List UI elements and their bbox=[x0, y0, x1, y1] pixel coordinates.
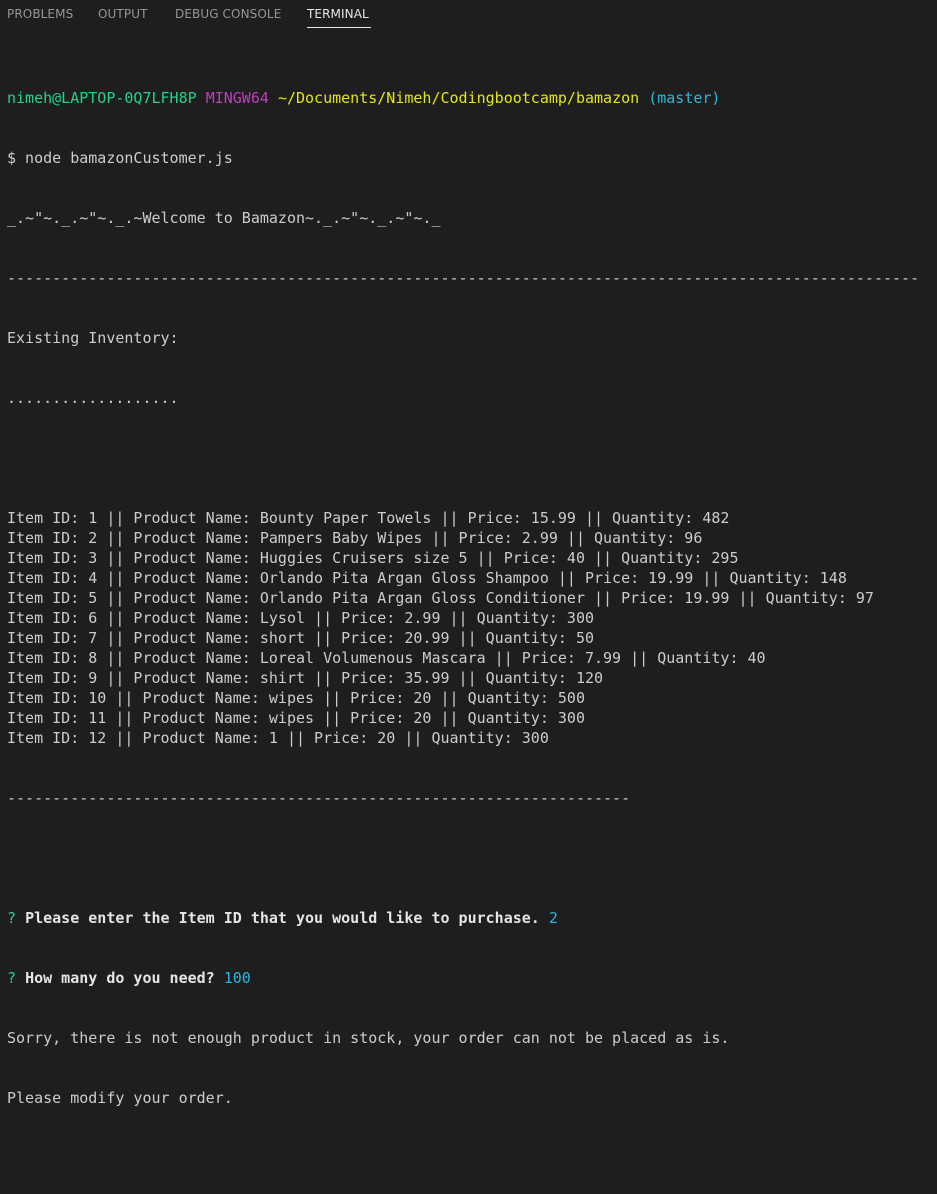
prompt-shell: MINGW64 bbox=[205, 89, 269, 107]
welcome-banner: _.~"~._.~"~._.~Welcome to Bamazon~._.~"~… bbox=[7, 209, 441, 227]
tab-debug-console[interactable]: DEBUG CONSOLE bbox=[175, 7, 281, 21]
command-line: $ node bamazonCustomer.js bbox=[7, 149, 233, 167]
question-text: Please enter the Item ID that you would … bbox=[25, 909, 540, 927]
inventory-row: Item ID: 3 || Product Name: Huggies Crui… bbox=[7, 549, 739, 567]
question-mark: ? bbox=[7, 969, 17, 987]
tab-output[interactable]: OUTPUT bbox=[98, 7, 148, 21]
divider: ----------------------------------------… bbox=[7, 789, 631, 807]
prompt-user-host: nimeh@LAPTOP-0Q7LFH8P bbox=[7, 89, 197, 107]
inventory-list: Item ID: 1 || Product Name: Bounty Paper… bbox=[7, 508, 937, 748]
inventory-row: Item ID: 4 || Product Name: Orlando Pita… bbox=[7, 569, 847, 587]
answer-quantity: 100 bbox=[223, 969, 251, 987]
answer-item-id: 2 bbox=[548, 909, 558, 927]
divider: ----------------------------------------… bbox=[7, 269, 920, 287]
tab-problems[interactable]: PROBLEMS bbox=[7, 7, 73, 21]
error-message: Sorry, there is not enough product in st… bbox=[7, 1029, 730, 1047]
prompt-branch: (master) bbox=[648, 89, 721, 107]
shell-prompt: nimeh@LAPTOP-0Q7LFH8P MINGW64 ~/Document… bbox=[7, 88, 937, 108]
inventory-row: Item ID: 6 || Product Name: Lysol || Pri… bbox=[7, 609, 594, 627]
inventory-row: Item ID: 11 || Product Name: wipes || Pr… bbox=[7, 709, 585, 727]
prompt-path: ~/Documents/Nimeh/Codingbootcamp/bamazon bbox=[277, 89, 640, 107]
inventory-heading: Existing Inventory: bbox=[7, 329, 179, 347]
inventory-row: Item ID: 12 || Product Name: 1 || Price:… bbox=[7, 729, 549, 747]
question-item-id: ? Please enter the Item ID that you woul… bbox=[7, 908, 937, 928]
question-mark: ? bbox=[7, 909, 17, 927]
question-text: How many do you need? bbox=[25, 969, 215, 987]
question-quantity: ? How many do you need? 100 bbox=[7, 968, 937, 988]
inventory-row: Item ID: 2 || Product Name: Pampers Baby… bbox=[7, 529, 703, 547]
inventory-row: Item ID: 5 || Product Name: Orlando Pita… bbox=[7, 589, 874, 607]
inventory-row: Item ID: 1 || Product Name: Bounty Paper… bbox=[7, 509, 730, 527]
inventory-row: Item ID: 8 || Product Name: Loreal Volum… bbox=[7, 649, 766, 667]
inventory-row: Item ID: 10 || Product Name: wipes || Pr… bbox=[7, 689, 585, 707]
inventory-row: Item ID: 7 || Product Name: short || Pri… bbox=[7, 629, 594, 647]
terminal-output[interactable]: nimeh@LAPTOP-0Q7LFH8P MINGW64 ~/Document… bbox=[7, 48, 937, 1194]
tab-terminal[interactable]: TERMINAL bbox=[307, 7, 369, 21]
modify-message: Please modify your order. bbox=[7, 1089, 233, 1107]
panel-tab-bar: PROBLEMS OUTPUT DEBUG CONSOLE TERMINAL bbox=[0, 0, 937, 33]
dots-line: ................... bbox=[7, 389, 179, 407]
inventory-row: Item ID: 9 || Product Name: shirt || Pri… bbox=[7, 669, 604, 687]
active-tab-indicator bbox=[307, 27, 371, 28]
